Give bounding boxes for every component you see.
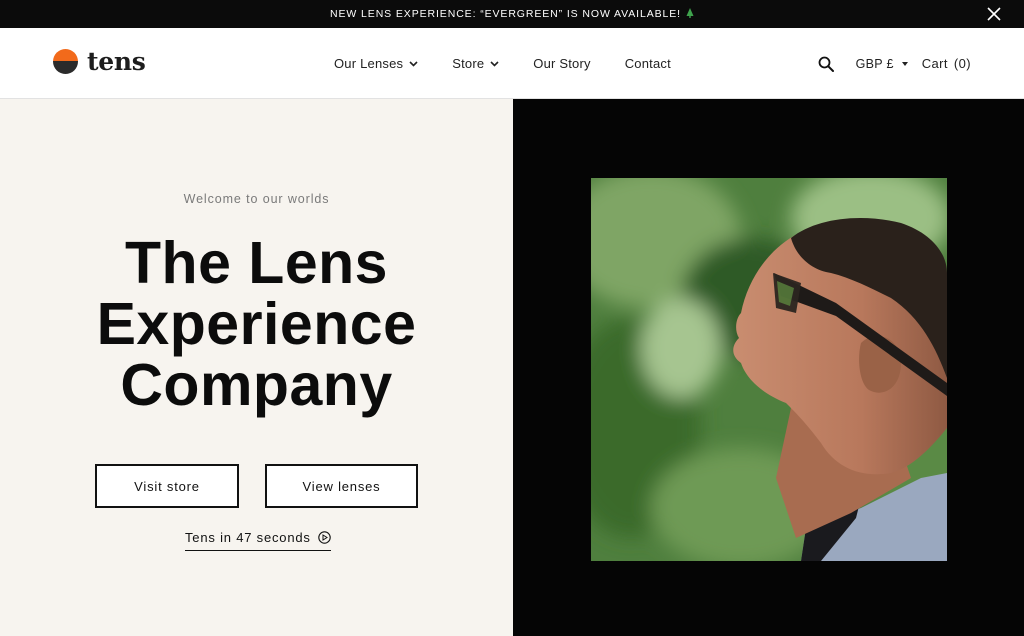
chevron-down-icon <box>409 60 418 67</box>
site-header: tens Our Lenses Store Our Story Contact … <box>0 28 1024 99</box>
view-lenses-button[interactable]: View lenses <box>265 464 418 508</box>
man-with-sunglasses-image <box>591 178 947 561</box>
nav-label: Contact <box>624 56 671 71</box>
video-link-label: Tens in 47 seconds <box>185 530 311 545</box>
hero-text-panel: Welcome to our worlds The Lens Experienc… <box>0 99 513 636</box>
hero-headline: The Lens Experience Company <box>0 233 513 416</box>
header-actions: GBP £ Cart (0) <box>818 28 971 99</box>
hero-eyebrow: Welcome to our worlds <box>183 192 330 206</box>
logo-text: tens <box>87 46 146 76</box>
headline-line: Company <box>120 352 393 418</box>
hero-image-panel <box>513 99 1024 636</box>
logo[interactable]: tens <box>53 47 146 75</box>
search-icon[interactable] <box>818 56 834 72</box>
cart-label: Cart <box>921 56 948 71</box>
chevron-down-icon <box>490 60 499 67</box>
currency-selector[interactable]: GBP £ <box>856 57 908 71</box>
nav-label: Our Story <box>533 56 591 71</box>
nav-label: Our Lenses <box>334 56 404 71</box>
hero-photo <box>591 178 947 561</box>
nav-label: Store <box>452 56 485 71</box>
nav-store[interactable]: Store <box>452 56 499 71</box>
nav-our-story[interactable]: Our Story <box>533 56 590 71</box>
cart-link[interactable]: Cart (0) <box>922 56 971 71</box>
nav-contact[interactable]: Contact <box>625 56 671 71</box>
nav-our-lenses[interactable]: Our Lenses <box>334 56 418 71</box>
announcement-bar: NEW LENS EXPERIENCE: “EVERGREEN” IS NOW … <box>0 0 1024 28</box>
headline-line: The Lens <box>125 230 388 296</box>
cart-count: (0) <box>953 56 971 71</box>
tree-icon <box>686 7 694 21</box>
close-icon[interactable] <box>986 6 1002 22</box>
announcement-text[interactable]: NEW LENS EXPERIENCE: “EVERGREEN” IS NOW … <box>330 8 681 20</box>
main-nav: Our Lenses Store Our Story Contact <box>334 28 671 99</box>
caret-down-icon <box>901 61 908 66</box>
headline-line: Experience <box>96 291 417 357</box>
logo-mark-icon <box>53 48 78 74</box>
currency-label: GBP £ <box>855 56 894 71</box>
video-link[interactable]: Tens in 47 seconds <box>185 530 331 551</box>
play-circle-icon <box>317 531 331 544</box>
visit-store-button[interactable]: Visit store <box>95 464 239 508</box>
